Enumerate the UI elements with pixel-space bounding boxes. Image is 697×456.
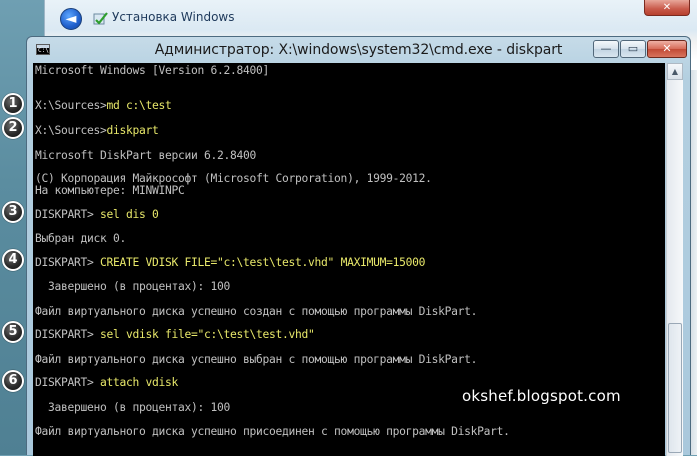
console-command: diskpart (106, 124, 159, 137)
console-command-line: DISKPART> sel dis 0 (35, 208, 159, 221)
cmd-window-title: Администратор: X:\windows\system32\cmd.e… (154, 42, 563, 58)
console-output-line: На компьютере: MINWINPC (35, 184, 185, 197)
close-button[interactable]: ✕ (647, 40, 687, 58)
step-marker-3: 3 (2, 201, 24, 223)
scroll-thumb[interactable] (668, 323, 682, 453)
console-output-line: Microsoft DiskPart версии 6.2.8400 (35, 149, 257, 162)
console-output-line: Файл виртуального диска успешно выбран с… (35, 353, 478, 366)
maximize-button[interactable]: ▭ (620, 40, 646, 58)
console-command: CREATE VDISK FILE="c:\test\test.vhd" MAX… (100, 256, 426, 269)
console-output-line: Файл виртуального диска успешно присоеди… (35, 425, 510, 438)
console-command: attach vdisk (100, 376, 179, 389)
console-output-line: Файл виртуального диска успешно создан с… (35, 305, 478, 318)
console-output-line: Microsoft Windows [Version 6.2.8400] (35, 64, 270, 77)
watermark: okshef.blogspot.com (462, 387, 621, 405)
scroll-up-icon[interactable]: ▲ (667, 63, 683, 80)
console-command: sel vdisk file="c:\test\test.vhd" (100, 328, 315, 341)
cmd-titlebar[interactable]: C:\ Администратор: X:\windows\system32\c… (27, 37, 690, 63)
console-output-line: Завершено (в процентах): 100 (35, 280, 231, 293)
minimize-button[interactable]: — (593, 40, 619, 58)
console-output-line: Завершено (в процентах): 100 (35, 401, 231, 414)
console-command-line: DISKPART> attach vdisk (35, 376, 178, 389)
step-marker-1: 1 (2, 93, 24, 115)
console-command-line: DISKPART> sel vdisk file="c:\test\test.v… (35, 328, 315, 341)
console-command-line: DISKPART> CREATE VDISK FILE="c:\test\tes… (35, 256, 425, 269)
step-markers: 12 3 4 5 6 (0, 0, 50, 455)
setup-close-button[interactable]: ✕ (644, 0, 690, 16)
console-command: md c:\test (106, 99, 172, 112)
step-marker-5: 5 (2, 321, 24, 343)
step-marker-2: 2 (2, 117, 24, 139)
setup-window-title: Установка Windows (112, 10, 235, 24)
step-marker-4: 4 (2, 249, 24, 271)
windows-setup-icon (93, 12, 108, 25)
console-command-line: X:\Sources>md c:\test (35, 99, 172, 112)
back-arrow-icon[interactable]: ◄ (60, 8, 82, 30)
step-marker-6: 6 (2, 370, 24, 392)
console-command-line: X:\Sources>diskpart (35, 124, 159, 137)
console-command: sel dis 0 (100, 208, 159, 221)
console-scrollbar[interactable]: ▲ (666, 63, 683, 456)
